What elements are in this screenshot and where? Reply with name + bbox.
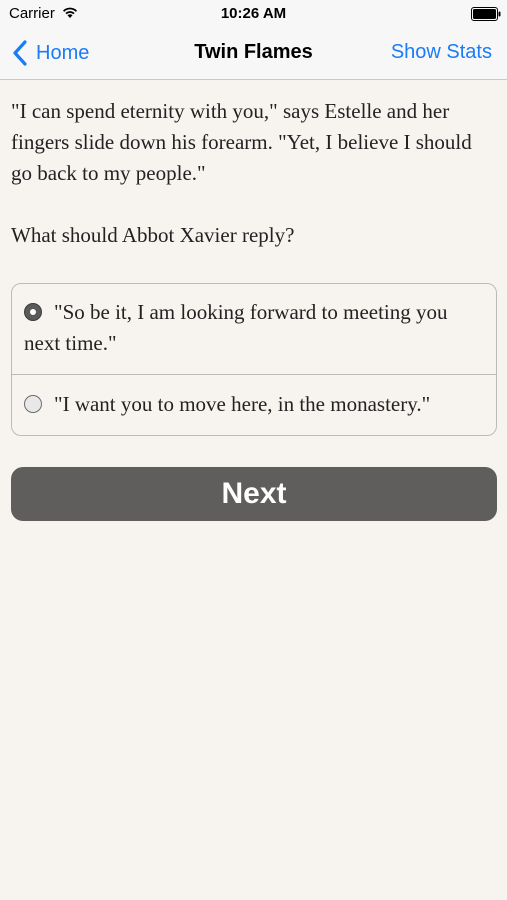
battery-icon bbox=[471, 7, 501, 21]
clock: 10:26 AM bbox=[220, 5, 287, 22]
next-button[interactable]: Next bbox=[11, 467, 497, 521]
question-text: What should Abbot Xavier reply? bbox=[11, 223, 295, 247]
story-text: "I can spend eternity with you," says Es… bbox=[11, 99, 472, 185]
choice-label: "I want you to move here, in the monaste… bbox=[54, 392, 431, 416]
choice-option-1[interactable]: "So be it, I am looking forward to meeti… bbox=[12, 284, 496, 374]
choice-option-2[interactable]: "I want you to move here, in the monaste… bbox=[12, 374, 496, 435]
status-bar: Carrier 10:26 AM bbox=[0, 0, 507, 28]
choice-label: "So be it, I am looking forward to meeti… bbox=[24, 300, 448, 355]
radio-unselected-icon[interactable] bbox=[24, 395, 42, 413]
radio-selected-icon[interactable] bbox=[24, 303, 42, 321]
navigation-bar: Home Twin Flames Show Stats bbox=[0, 28, 507, 80]
choice-list: "So be it, I am looking forward to meeti… bbox=[11, 283, 497, 436]
story-content: "I can spend eternity with you," says Es… bbox=[11, 96, 481, 251]
show-stats-button[interactable]: Show Stats bbox=[391, 41, 492, 64]
